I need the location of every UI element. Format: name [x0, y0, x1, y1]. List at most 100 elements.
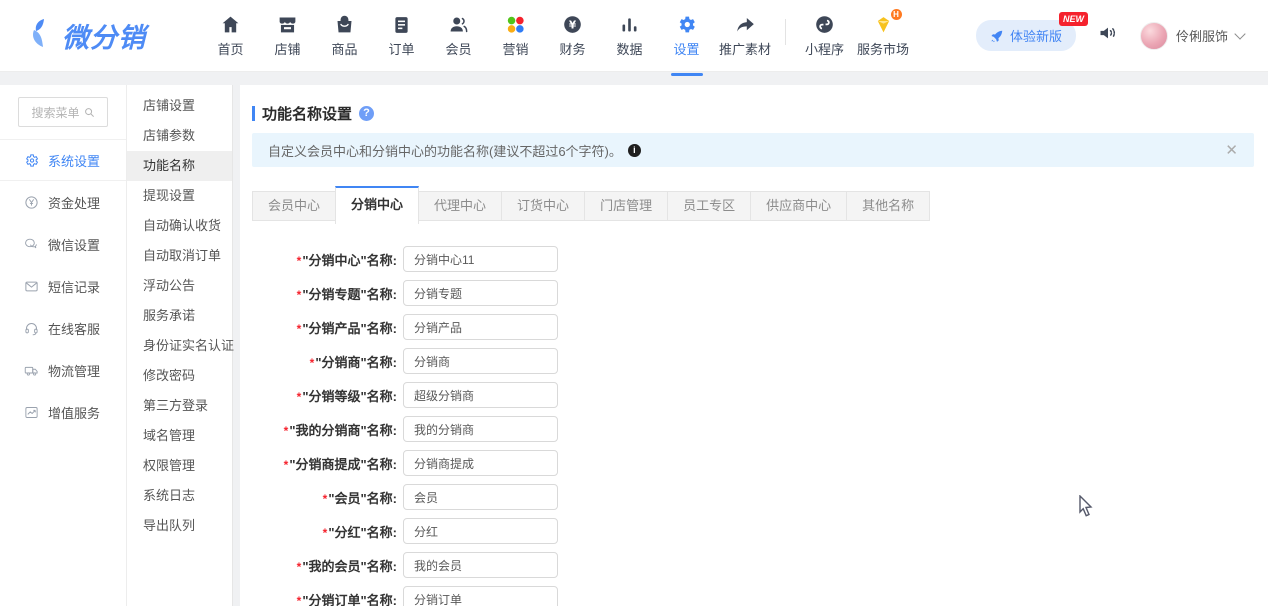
nav-item-members[interactable]: 会员	[430, 13, 487, 58]
required-asterisk: *	[297, 560, 302, 574]
nav-item-home[interactable]: 首页	[202, 13, 259, 58]
title-accent-bar	[252, 106, 255, 121]
nav-item-settings[interactable]: 设置	[658, 13, 715, 58]
brand-logo[interactable]: 微分销	[30, 16, 180, 55]
distribution-product-name-input[interactable]	[403, 314, 558, 340]
tab-distribution-center[interactable]: 分销中心	[335, 186, 419, 224]
announcement-speaker-icon[interactable]	[1098, 23, 1118, 48]
submenu-item-id-verification[interactable]: 身份证实名认证	[127, 331, 232, 361]
account-menu[interactable]: 伶俐服饰	[1140, 22, 1244, 50]
submenu-item-permission-management[interactable]: 权限管理	[127, 451, 232, 481]
sidebar-item-customer-service[interactable]: 在线客服	[0, 307, 126, 349]
marketing-icon	[505, 13, 526, 35]
help-icon[interactable]: ?	[359, 106, 374, 121]
gear-icon	[676, 13, 697, 35]
service-market-badge: H	[891, 9, 902, 20]
submenu-item-change-password[interactable]: 修改密码	[127, 361, 232, 391]
header-right: 体验新版 NEW 伶俐服饰	[976, 20, 1244, 51]
submenu-item-domain-management[interactable]: 域名管理	[127, 421, 232, 451]
form-row: *"分销专题"名称:	[252, 280, 1254, 306]
tab-ordering-center[interactable]: 订货中心	[501, 191, 585, 221]
required-asterisk: *	[323, 492, 328, 506]
nav-item-miniprogram[interactable]: 小程序	[796, 13, 853, 58]
submenu-item-third-party-login[interactable]: 第三方登录	[127, 391, 232, 421]
required-asterisk: *	[310, 356, 315, 370]
sidebar-item-funds[interactable]: 资金处理	[0, 181, 126, 223]
submenu-item-shop-settings[interactable]: 店铺设置	[127, 91, 232, 121]
submenu-item-export-queue[interactable]: 导出队列	[127, 511, 232, 541]
distribution-topic-name-input[interactable]	[403, 280, 558, 306]
sidebar-item-wechat[interactable]: 微信设置	[0, 223, 126, 265]
sidebar-item-logistics[interactable]: 物流管理	[0, 349, 126, 391]
form-row: *"分销订单"名称:	[252, 586, 1254, 606]
main-content: 功能名称设置 ? 自定义会员中心和分销中心的功能名称(建议不超过6个字符)。 i…	[240, 85, 1268, 606]
gear-icon	[24, 153, 39, 168]
notice-close-icon[interactable]: ✕	[1225, 143, 1238, 158]
tab-store-management[interactable]: 门店管理	[584, 191, 668, 221]
settings-submenu: 店铺设置 店铺参数 功能名称 提现设置 自动确认收货 自动取消订单 浮动公告 服…	[127, 85, 233, 606]
form-row: *"分销产品"名称:	[252, 314, 1254, 340]
nav-item-marketing[interactable]: 营销	[487, 13, 544, 58]
distribution-center-name-input[interactable]	[403, 246, 558, 272]
distributor-name-input[interactable]	[403, 348, 558, 374]
tab-agent-center[interactable]: 代理中心	[418, 191, 502, 221]
submenu-item-service-promise[interactable]: 服务承诺	[127, 301, 232, 331]
my-member-name-input[interactable]	[403, 552, 558, 578]
required-asterisk: *	[284, 424, 289, 438]
distribution-level-name-input[interactable]	[403, 382, 558, 408]
nav-item-data[interactable]: 数据	[601, 13, 658, 58]
brand-leaf-icon	[30, 18, 56, 53]
wechat-icon	[24, 237, 39, 252]
submenu-item-floating-notice[interactable]: 浮动公告	[127, 271, 232, 301]
info-icon[interactable]: i	[628, 144, 641, 157]
required-asterisk: *	[284, 458, 289, 472]
menu-search-input[interactable]: 搜索菜单	[18, 97, 108, 127]
form-row: *"分销等级"名称:	[252, 382, 1254, 408]
nav-item-goods[interactable]: 商品	[316, 13, 373, 58]
tab-member-center[interactable]: 会员中心	[252, 191, 336, 221]
submenu-item-system-log[interactable]: 系统日志	[127, 481, 232, 511]
center-tabs: 会员中心 分销中心 代理中心 订货中心 门店管理 员工专区 供应商中心 其他名称	[252, 186, 1254, 224]
headset-icon	[24, 321, 39, 336]
tab-staff-zone[interactable]: 员工专区	[667, 191, 751, 221]
distribution-order-name-input[interactable]	[403, 586, 558, 606]
required-asterisk: *	[297, 288, 302, 302]
required-asterisk: *	[297, 594, 302, 606]
nav-item-service-market[interactable]: H 服务市场	[853, 13, 913, 58]
page-title: 功能名称设置	[262, 103, 352, 124]
tab-supplier-center[interactable]: 供应商中心	[750, 191, 847, 221]
submenu-item-auto-confirm-receipt[interactable]: 自动确认收货	[127, 211, 232, 241]
nav-item-finance[interactable]: ¥ 财务	[544, 13, 601, 58]
truck-icon	[24, 363, 39, 378]
submenu-item-withdraw-settings[interactable]: 提现设置	[127, 181, 232, 211]
sidebar-item-system-settings[interactable]: 系统设置	[0, 139, 126, 181]
required-asterisk: *	[297, 254, 302, 268]
submenu-item-auto-cancel-order[interactable]: 自动取消订单	[127, 241, 232, 271]
submenu-item-shop-params[interactable]: 店铺参数	[127, 121, 232, 151]
nav-item-promo-material[interactable]: 推广素材	[715, 13, 775, 58]
members-icon	[448, 13, 469, 35]
notice-text: 自定义会员中心和分销中心的功能名称(建议不超过6个字符)。	[268, 141, 622, 160]
top-header: 微分销 首页 店铺 商品 订单 会员 营销 ¥ 财务	[0, 0, 1268, 72]
avatar	[1140, 22, 1168, 50]
submenu-item-function-names[interactable]: 功能名称	[127, 151, 232, 181]
sidebar-item-value-added[interactable]: 增值服务	[0, 391, 126, 433]
sidebar-item-sms[interactable]: 短信记录	[0, 265, 126, 307]
main-nav: 首页 店铺 商品 订单 会员 营销 ¥ 财务 数据	[202, 13, 913, 58]
required-asterisk: *	[297, 390, 302, 404]
brand-name: 微分销	[62, 16, 146, 55]
home-icon	[220, 13, 241, 35]
nav-item-shop[interactable]: 店铺	[259, 13, 316, 58]
chevron-down-icon	[1234, 28, 1245, 39]
trend-icon	[24, 405, 39, 420]
tab-other-names[interactable]: 其他名称	[846, 191, 930, 221]
nav-divider	[785, 19, 786, 45]
member-name-input[interactable]	[403, 484, 558, 510]
experience-new-button[interactable]: 体验新版 NEW	[976, 20, 1076, 51]
notice-banner: 自定义会员中心和分销中心的功能名称(建议不超过6个字符)。 i ✕	[252, 133, 1254, 167]
dividend-name-input[interactable]	[403, 518, 558, 544]
nav-item-orders[interactable]: 订单	[373, 13, 430, 58]
function-name-form: *"分销中心"名称: *"分销专题"名称: *"分销产品"名称: *"分销商"名…	[252, 246, 1254, 606]
my-distributor-name-input[interactable]	[403, 416, 558, 442]
distributor-commission-name-input[interactable]	[403, 450, 558, 476]
